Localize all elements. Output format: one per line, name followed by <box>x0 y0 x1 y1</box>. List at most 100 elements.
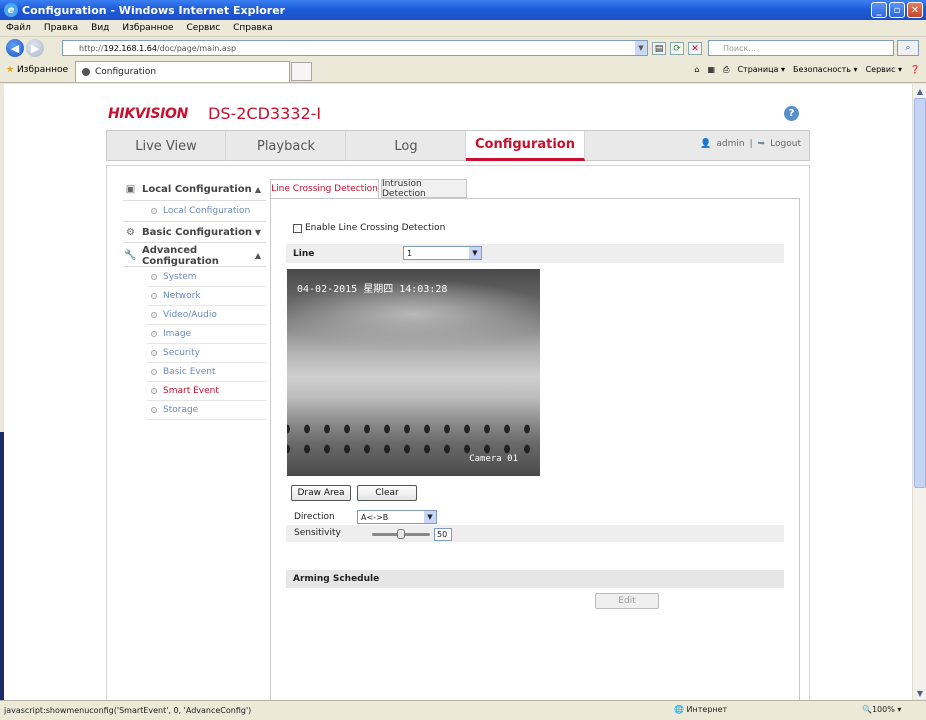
scroll-up-icon[interactable]: ▲ <box>913 84 926 98</box>
tab-line-crossing-detection[interactable]: Line Crossing Detection <box>270 179 379 199</box>
sidebar-basic-configuration[interactable]: ⚙ Basic Configuration ▼ <box>123 221 266 243</box>
direction-value: A<->B <box>361 512 389 522</box>
device-model: DS-2CD3332-I <box>208 104 322 123</box>
sidebar-item-storage[interactable]: Storage <box>147 401 266 420</box>
nav-configuration[interactable]: Configuration <box>466 131 585 161</box>
sidebar-local-configuration[interactable]: ▣ Local Configuration ▲ <box>123 179 266 201</box>
bullet-icon <box>151 407 157 413</box>
draw-area-button[interactable]: Draw Area <box>291 485 351 501</box>
sidebar-item-video-audio[interactable]: Video/Audio <box>147 306 266 325</box>
sensitivity-value-field[interactable]: 50 <box>434 528 452 541</box>
search-icon[interactable]: ⌕ <box>897 40 919 56</box>
command-tools[interactable]: Сервис ▾ <box>866 65 902 75</box>
new-tab-button[interactable] <box>291 62 312 81</box>
sidebar-advanced-configuration[interactable]: 🔧 Advanced Configuration ▲ <box>123 245 266 267</box>
video-preview[interactable]: 04-02-2015 星期四 14:03:28 Camera 01 <box>287 269 540 476</box>
line-value: 1 <box>407 248 413 258</box>
security-zone: 🌐 Интернет <box>674 705 727 714</box>
page-icon <box>82 68 90 76</box>
menu-file[interactable]: Файл <box>6 23 31 33</box>
bullet-icon <box>151 207 157 214</box>
sidebar-item-local-configuration[interactable]: Local Configuration <box>147 201 266 220</box>
print-icon[interactable]: ⎙ <box>723 65 729 75</box>
address-dropdown-icon[interactable]: ▼ <box>635 41 647 55</box>
video-texture <box>287 419 540 459</box>
help-icon[interactable]: ❓ <box>910 65 920 75</box>
sidebar-item-security[interactable]: Security <box>147 344 266 363</box>
search-input[interactable]: Поиск... <box>708 40 894 56</box>
refresh-icon[interactable]: ⟳ <box>670 42 684 55</box>
ie-logo-icon: e <box>4 3 18 17</box>
scroll-down-icon[interactable]: ▼ <box>913 686 926 700</box>
slider-handle[interactable] <box>397 529 405 539</box>
scroll-thumb[interactable] <box>914 98 926 488</box>
sidebar-item-image[interactable]: Image <box>147 325 266 344</box>
clear-button[interactable]: Clear <box>357 485 417 501</box>
bullet-icon <box>151 369 157 375</box>
nav-live-view[interactable]: Live View <box>107 131 226 161</box>
command-page[interactable]: Страница ▾ <box>737 65 785 75</box>
zoom-level: 100% <box>871 705 895 714</box>
globe-icon: 🌐 <box>674 705 684 714</box>
chevron-up-icon: ▲ <box>254 251 261 260</box>
vertical-scrollbar[interactable]: ▲ ▼ <box>912 84 926 700</box>
nav-log[interactable]: Log <box>347 131 466 161</box>
logout-link[interactable]: Logout <box>770 139 801 149</box>
menu-tools[interactable]: Сервис <box>187 23 221 33</box>
user-separator: | <box>749 139 753 149</box>
feeds-icon[interactable]: ▦ <box>707 65 715 75</box>
line-row: Line 1 ▼ <box>286 244 784 263</box>
stop-icon[interactable]: ✕ <box>688 42 702 55</box>
sidebar-item-label: Video/Audio <box>163 310 217 320</box>
nav-playback[interactable]: Playback <box>227 131 346 161</box>
favorites-button[interactable]: ★ Избранное <box>6 65 68 75</box>
zoom-control[interactable]: 🔍100% ▾ <box>862 705 901 714</box>
bullet-icon <box>151 331 157 337</box>
tab-intrusion-detection[interactable]: Intrusion Detection <box>381 179 467 199</box>
favorites-label: Избранное <box>16 65 69 75</box>
address-field[interactable]: http://192.168.1.64/doc/page/main.asp ▼ <box>62 40 648 56</box>
logout-icon: ➥ <box>757 139 766 149</box>
sensitivity-slider[interactable] <box>372 529 430 539</box>
forward-button[interactable]: ▶ <box>26 39 44 57</box>
top-navigation: Live View Playback Log Configuration 👤 a… <box>106 130 810 161</box>
sensitivity-row: Sensitivity 50 <box>286 525 784 542</box>
bullet-icon <box>151 312 157 318</box>
direction-select[interactable]: A<->B ▼ <box>357 510 437 524</box>
menu-help[interactable]: Справка <box>233 23 273 33</box>
sidebar-item-system[interactable]: System <box>147 268 266 287</box>
sidebar-item-label: Basic Event <box>163 367 216 377</box>
chevron-up-icon: ▲ <box>254 185 261 194</box>
close-button[interactable]: ✕ <box>907 2 923 18</box>
compat-view-icon[interactable]: ▤ <box>652 42 666 55</box>
line-select[interactable]: 1 ▼ <box>403 246 482 260</box>
sensitivity-label: Sensitivity <box>294 528 341 538</box>
sidebar-item-basic-event[interactable]: Basic Event <box>147 363 266 382</box>
edit-button[interactable]: Edit <box>595 593 659 609</box>
menu-edit[interactable]: Правка <box>44 23 78 33</box>
enable-line-crossing-checkbox[interactable]: Enable Line Crossing Detection <box>293 223 445 233</box>
line-label: Line <box>293 248 315 259</box>
chevron-down-icon: ▼ <box>254 227 261 237</box>
checkbox-box[interactable] <box>293 223 302 233</box>
browser-tab[interactable]: Configuration <box>75 61 290 82</box>
menu-view[interactable]: Вид <box>91 23 109 33</box>
page-viewport: HIKVISION DS-2CD3332-I ? Live View Playb… <box>4 84 912 700</box>
sidebar-item-network[interactable]: Network <box>147 287 266 306</box>
menu-bar: Файл Правка Вид Избранное Сервис Справка <box>0 20 926 37</box>
home-icon[interactable]: ⌂ <box>694 65 699 75</box>
help-button[interactable]: ? <box>784 106 799 121</box>
maximize-button[interactable]: ▫ <box>889 2 905 18</box>
address-path: /doc/page/main.asp <box>156 43 237 53</box>
gear-icon: ⚙ <box>126 226 135 238</box>
enable-label: Enable Line Crossing Detection <box>305 223 446 233</box>
browser-tab-title: Configuration <box>95 67 157 77</box>
favorites-bar: ★ Избранное Configuration ⌂ ▦ ⎙ Страница… <box>0 59 926 83</box>
back-button[interactable]: ◀ <box>6 39 24 57</box>
minimize-button[interactable]: _ <box>871 2 887 18</box>
config-panel: ▣ Local Configuration ▲ Local Configurat… <box>106 165 810 700</box>
sidebar-item-smart-event[interactable]: Smart Event <box>147 382 266 401</box>
menu-favorites[interactable]: Избранное <box>122 23 173 33</box>
user-box: 👤 admin | ➥ Logout <box>700 139 801 149</box>
command-security[interactable]: Безопасность ▾ <box>793 65 858 75</box>
